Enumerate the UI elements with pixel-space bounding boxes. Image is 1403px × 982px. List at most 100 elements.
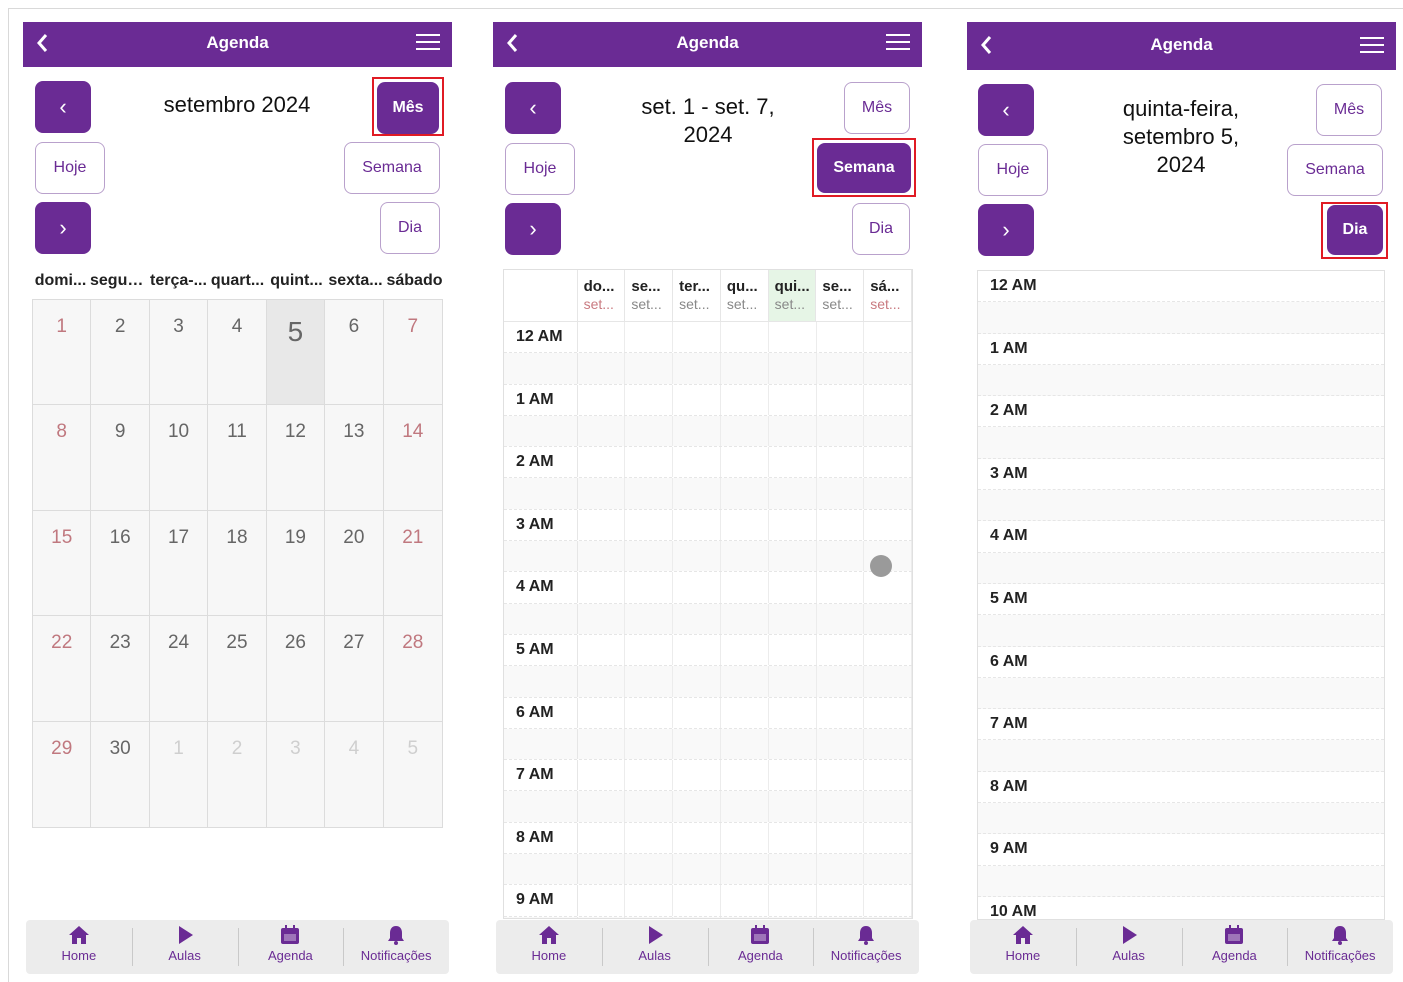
time-slot-cell[interactable] [864, 822, 912, 854]
time-slot-cell[interactable] [864, 760, 912, 791]
time-slot-cell[interactable] [625, 760, 674, 791]
time-slot-cell[interactable] [816, 541, 865, 572]
time-slot-cell[interactable] [817, 572, 865, 603]
time-slot-cell[interactable] [721, 509, 769, 541]
prev-button[interactable]: ‹ [978, 84, 1034, 136]
time-slot-cell[interactable] [864, 509, 912, 541]
time-slot-cell[interactable] [578, 760, 626, 791]
time-slot-cell[interactable] [768, 854, 817, 885]
day-cell[interactable]: 14 [383, 405, 442, 511]
time-slot-cell[interactable] [769, 760, 817, 791]
scroll-indicator[interactable] [870, 555, 892, 577]
time-slot-row[interactable] [504, 603, 912, 635]
time-slot-cell[interactable] [673, 478, 721, 509]
time-slot-cell[interactable] [864, 322, 912, 353]
time-slot-row[interactable]: 3 AM [504, 509, 912, 542]
day-cell[interactable]: 20 [325, 510, 384, 617]
time-slot-row[interactable]: 6 AM [504, 697, 912, 729]
time-slot-row[interactable]: 1 AM [978, 334, 1384, 365]
day-cell[interactable]: 23 [91, 616, 150, 722]
time-slot-cell[interactable] [625, 447, 674, 478]
time-slot-cell[interactable] [721, 822, 769, 854]
time-slot-cell[interactable] [768, 353, 817, 384]
time-slot-cell[interactable] [578, 322, 626, 353]
day-cell[interactable]: 22 [33, 616, 92, 722]
time-slot-cell[interactable] [625, 415, 674, 447]
day-view-button[interactable]: Dia [1327, 205, 1383, 255]
time-slot-cell[interactable] [673, 322, 721, 353]
time-slot-cell[interactable] [673, 854, 721, 885]
day-cell[interactable]: 26 [266, 616, 326, 722]
time-slot-cell[interactable] [720, 666, 769, 697]
day-cell[interactable]: 7 [383, 300, 442, 406]
time-slot-cell[interactable] [768, 478, 817, 509]
time-slot-cell[interactable] [721, 384, 769, 415]
time-slot-cell[interactable] [673, 353, 721, 384]
time-slot-cell[interactable] [625, 509, 674, 541]
nav-home[interactable]: Home [970, 920, 1076, 974]
day-cell-next-month[interactable]: 1 [149, 721, 209, 827]
next-button[interactable]: › [978, 204, 1034, 256]
time-slot-cell[interactable] [721, 760, 769, 791]
day-cell[interactable]: 19 [266, 510, 326, 617]
day-cell[interactable]: 30 [91, 721, 150, 827]
time-slot-cell[interactable] [577, 541, 626, 572]
time-slot-cell[interactable] [769, 572, 817, 603]
day-cell[interactable]: 6 [325, 300, 384, 406]
day-cell[interactable]: 27 [325, 616, 384, 722]
time-slot-row[interactable] [978, 427, 1384, 459]
week-view-button[interactable]: Semana [817, 143, 911, 193]
time-slot-cell[interactable] [577, 353, 626, 384]
day-cell[interactable]: 16 [91, 510, 150, 617]
time-slot-row[interactable]: 10 AM [978, 897, 1384, 919]
time-slot-cell[interactable] [578, 384, 626, 415]
nav-aulas[interactable]: Aulas [131, 920, 238, 974]
time-slot-row[interactable]: 2 AM [504, 447, 912, 479]
week-day-header-today[interactable]: qui... set... [768, 270, 817, 321]
time-slot-cell[interactable] [578, 822, 626, 854]
time-slot-cell[interactable] [577, 415, 626, 447]
time-slot-row[interactable] [504, 728, 912, 761]
day-cell[interactable]: 9 [91, 405, 150, 511]
time-slot-cell[interactable] [578, 634, 626, 666]
time-slot-cell[interactable] [673, 384, 721, 415]
time-slot-cell[interactable] [577, 666, 626, 697]
nav-notificacoes[interactable]: Notificações [813, 920, 919, 974]
time-slot-cell[interactable] [864, 666, 912, 697]
time-slot-row[interactable]: 7 AM [978, 709, 1384, 741]
time-slot-cell[interactable] [816, 916, 865, 918]
time-slot-cell[interactable] [625, 885, 674, 916]
time-slot-cell[interactable] [769, 634, 817, 666]
time-slot-row[interactable]: 5 AM [978, 584, 1384, 616]
day-cell[interactable]: 13 [325, 405, 384, 511]
time-slot-row[interactable]: 4 AM [978, 521, 1384, 553]
time-slot-cell[interactable] [720, 353, 769, 384]
time-slot-cell[interactable] [816, 603, 865, 634]
time-slot-cell[interactable] [721, 572, 769, 603]
time-slot-cell[interactable] [864, 447, 912, 478]
time-slot-cell[interactable] [817, 760, 865, 791]
time-slot-cell[interactable] [673, 603, 721, 634]
time-slot-cell[interactable] [864, 415, 912, 447]
time-slot-cell[interactable] [720, 791, 769, 822]
time-slot-cell[interactable] [721, 634, 769, 666]
time-slot-row[interactable]: 12 AM [504, 322, 912, 354]
time-slot-cell[interactable] [816, 791, 865, 822]
day-view-button[interactable]: Dia [852, 203, 910, 255]
time-slot-cell[interactable] [817, 697, 865, 728]
hamburger-menu-icon[interactable] [416, 34, 440, 54]
day-cell-next-month[interactable]: 3 [266, 721, 326, 827]
day-cell[interactable]: 28 [383, 616, 442, 722]
time-slot-cell[interactable] [625, 916, 674, 918]
nav-notificacoes[interactable]: Notificações [343, 920, 449, 974]
time-slot-cell[interactable] [673, 760, 721, 791]
time-slot-row[interactable] [978, 302, 1384, 334]
time-slot-cell[interactable] [720, 916, 769, 918]
time-slot-cell[interactable] [625, 353, 674, 384]
time-slot-row[interactable]: 2 AM [978, 396, 1384, 428]
time-slot-row[interactable]: 12 AM [978, 271, 1384, 303]
day-cell[interactable]: 12 [266, 405, 326, 511]
time-slot-row[interactable] [978, 677, 1384, 710]
time-slot-cell[interactable] [673, 916, 721, 918]
time-slot-cell[interactable] [769, 447, 817, 478]
